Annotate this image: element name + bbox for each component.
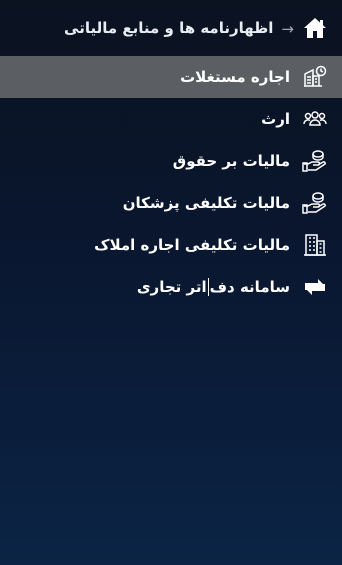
text-cursor (207, 278, 209, 297)
menu-item-inheritance[interactable]: ارث (0, 98, 342, 140)
menu-item-trade-books-system[interactable]: سامانه دفاتر تجاری (0, 266, 342, 308)
menu-item-physicians-tax[interactable]: مالیات تکلیفی پزشکان (0, 182, 342, 224)
people-group-icon (302, 106, 328, 132)
header-title[interactable]: اظهارنامه ها و منابع مالیاتی (64, 19, 273, 37)
hand-coin-icon (302, 148, 328, 174)
tax-menu-panel: → اظهارنامه ها و منابع مالیاتی اجاره مست… (0, 0, 342, 565)
arrow-icon: → (281, 20, 294, 38)
menu-item-label-part: سامانه دف (209, 277, 290, 296)
menu-item-label: مالیات تکلیفی اجاره املاک (94, 236, 290, 254)
home-icon[interactable] (302, 15, 328, 41)
menu-item-label: سامانه دفاتر تجاری (137, 278, 290, 297)
menu-item-label: مالیات بر حقوق (172, 152, 290, 170)
menu-item-label: اجاره مستغلات (180, 68, 290, 86)
hand-coin-icon (302, 190, 328, 216)
building-icon (302, 232, 328, 258)
menu-item-salary-tax[interactable]: مالیات بر حقوق (0, 140, 342, 182)
sidebar-menu: اجاره مستغلات ارث مالیات بر حقوق مالیات … (0, 56, 342, 308)
menu-item-label: مالیات تکلیفی پزشکان (122, 194, 290, 212)
menu-item-rental-properties[interactable]: اجاره مستغلات (0, 56, 342, 98)
menu-item-label-part: اتر تجاری (136, 277, 207, 296)
menu-item-property-rental-tax[interactable]: مالیات تکلیفی اجاره املاک (0, 224, 342, 266)
menu-item-label: ارث (261, 110, 290, 128)
exchange-arrows-icon (302, 274, 328, 300)
building-clock-icon (302, 64, 328, 90)
menu-header[interactable]: → اظهارنامه ها و منابع مالیاتی (0, 0, 342, 56)
